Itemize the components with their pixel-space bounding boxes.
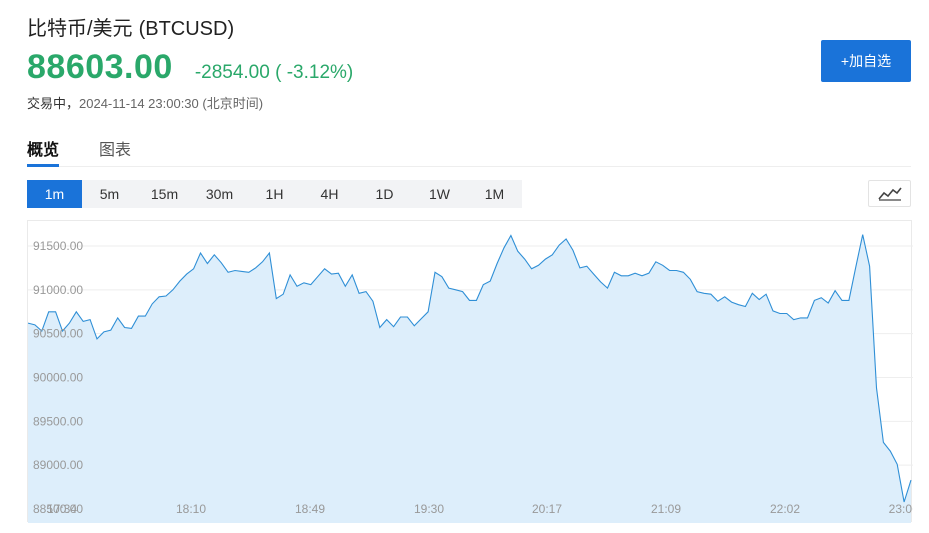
status-label: 交易中， — [27, 96, 80, 111]
x-tick-label: 18:10 — [176, 502, 206, 516]
y-tick-label: 89500.00 — [33, 414, 83, 428]
chart-type-button[interactable] — [868, 180, 911, 207]
interval-1w[interactable]: 1W — [412, 180, 467, 208]
price-change: -2854.00 ( -3.12%) — [194, 62, 354, 83]
y-tick-label: 91500.00 — [33, 239, 83, 253]
instrument-symbol: (BTCUSD) — [138, 18, 235, 40]
y-tick-label: 90500.00 — [33, 327, 83, 341]
tab-overview[interactable]: 概览 — [27, 136, 59, 160]
interval-1d[interactable]: 1D — [357, 180, 412, 208]
y-tick-label: 91000.00 — [33, 283, 83, 297]
interval-1m[interactable]: 1m — [27, 180, 82, 208]
price-row: 88603.00 -2854.00 ( -3.12%) — [27, 48, 353, 87]
add-to-watchlist-button[interactable]: +加自选 — [821, 40, 911, 82]
price-chart-svg: 91500.00 91000.00 90500.00 90000.00 89500.00… — [28, 234, 913, 523]
status-timestamp: 2024-11-14 23:00:30 (北京时间) — [79, 96, 264, 111]
x-tick-label: 21:09 — [651, 502, 681, 516]
line-chart-icon — [877, 187, 902, 201]
tab-chart[interactable]: 图表 — [99, 136, 131, 160]
y-tick-label: 90000.00 — [33, 371, 83, 385]
y-tick-label: 89000.00 — [33, 458, 83, 472]
interval-1h[interactable]: 1H — [247, 180, 302, 208]
trading-status: 交易中，2024-11-14 23:00:30 (北京时间) — [27, 93, 263, 112]
interval-4h[interactable]: 4H — [302, 180, 357, 208]
active-tab-indicator — [27, 164, 59, 167]
x-tick-label: 19:30 — [414, 502, 444, 516]
interval-30m[interactable]: 30m — [192, 180, 247, 208]
x-tick-label: 22:02 — [770, 502, 800, 516]
interval-15m[interactable]: 15m — [137, 180, 192, 208]
interval-5m[interactable]: 5m — [82, 180, 137, 208]
instrument-name: 比特币/美元 — [27, 18, 133, 40]
x-tick-label: 18:49 — [295, 502, 325, 516]
interval-selector: 1m 5m 15m 30m 1H 4H 1D 1W 1M — [27, 180, 522, 208]
x-tick-label: 17:34 — [47, 502, 77, 516]
x-tick-label: 20:17 — [532, 502, 562, 516]
interval-1mo[interactable]: 1M — [467, 180, 522, 208]
tab-bar: 概览 图表 — [27, 130, 911, 167]
price-area — [28, 234, 911, 523]
x-tick-label: 23:0 — [889, 502, 913, 516]
instrument-title: 比特币/美元 (BTCUSD) — [27, 12, 234, 41]
price-chart[interactable]: 91500.00 91000.00 90500.00 90000.00 89500.00… — [27, 220, 913, 523]
last-price: 88603.00 — [27, 48, 173, 86]
